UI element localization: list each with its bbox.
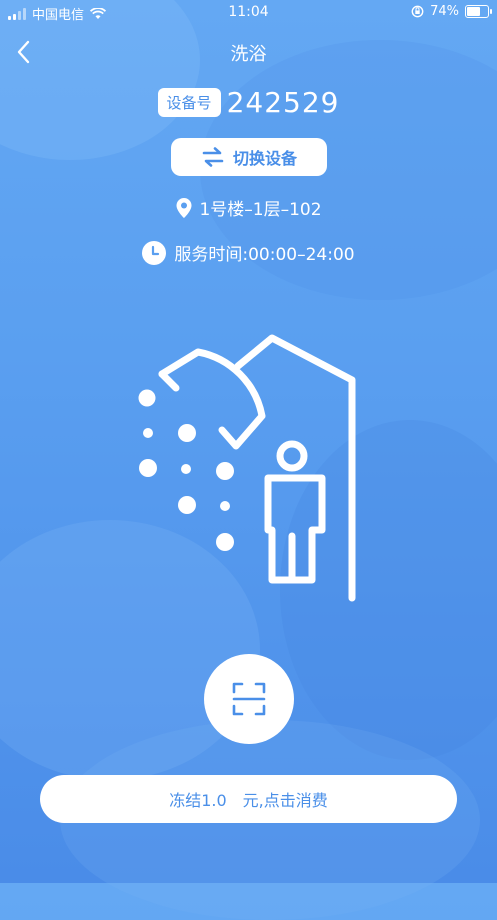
location-text: 1号楼–1层–102 <box>199 200 322 220</box>
battery-icon <box>465 5 492 18</box>
service-time-text: 服务时间:00:00–24:00 <box>174 245 355 265</box>
consume-button[interactable]: 冻结1.0 元,点击消费 <box>40 775 457 823</box>
device-info: 设备号 242529 <box>0 86 497 119</box>
switch-device-button[interactable]: 切换设备 <box>171 138 327 176</box>
scan-button[interactable] <box>204 654 294 744</box>
device-label: 设备号 <box>157 88 221 117</box>
swap-icon <box>202 147 224 167</box>
nav-bar: 洗浴 <box>0 30 497 74</box>
page-title: 洗浴 <box>230 44 267 65</box>
clock-icon <box>142 240 167 265</box>
rotation-lock-icon <box>411 5 424 18</box>
switch-device-label: 切换设备 <box>232 149 297 168</box>
consume-button-label: 冻结1.0 元,点击消费 <box>169 791 328 810</box>
shower-illustration <box>138 334 356 602</box>
scan-icon <box>232 682 266 716</box>
device-number: 242529 <box>226 86 340 119</box>
battery-level <box>467 7 481 16</box>
status-bar: 中国电信 11:04 74% <box>0 0 497 26</box>
location-pin-icon <box>176 197 192 218</box>
location-row: 1号楼–1层–102 <box>0 195 497 220</box>
battery-percent: 74% <box>430 4 459 19</box>
service-time-row: 服务时间:00:00–24:00 <box>0 240 497 265</box>
